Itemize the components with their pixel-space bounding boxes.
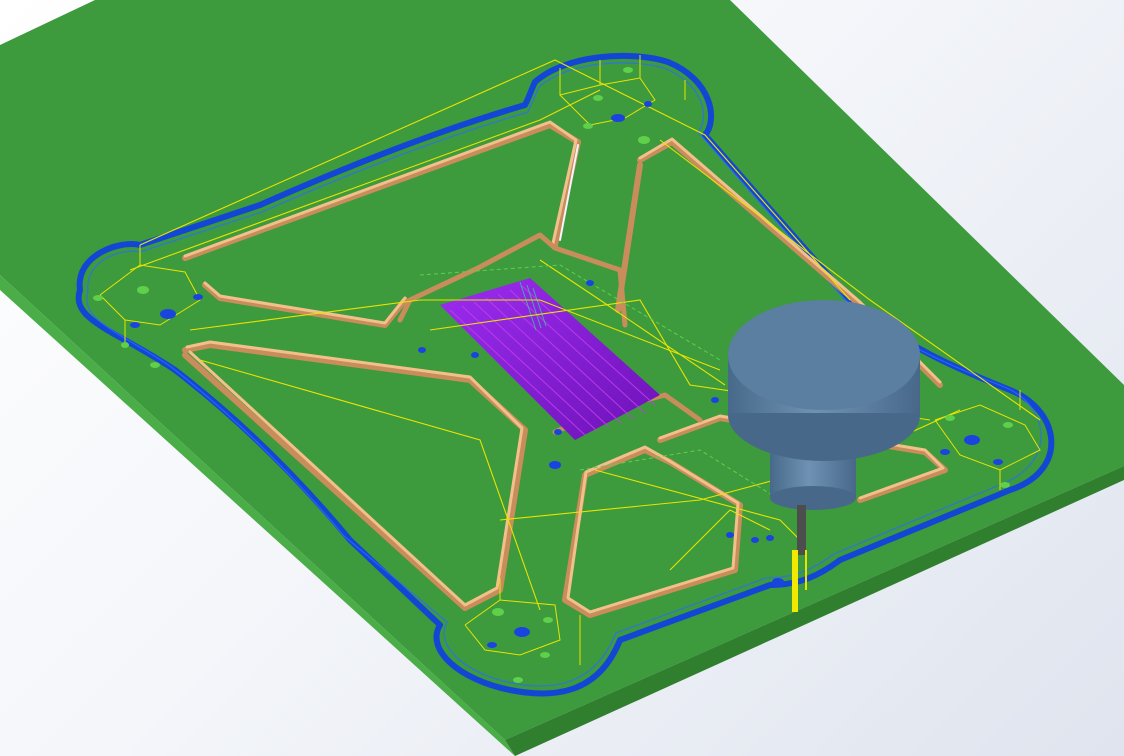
hole-right-1 <box>945 415 955 421</box>
hole-center-2 <box>471 352 479 358</box>
hole-left-6 <box>150 362 160 368</box>
hole-bottom-6 <box>513 677 523 683</box>
spindle-lower-bottom <box>770 486 856 510</box>
hole-right-3 <box>1003 422 1013 428</box>
hole-top-6 <box>638 136 650 144</box>
hole-left-3 <box>160 309 176 319</box>
tool-tip <box>792 550 798 612</box>
hole-top-2 <box>623 67 633 73</box>
hole-bottom-1 <box>492 608 504 616</box>
hole-center-3 <box>554 429 562 435</box>
spindle-disk-top <box>728 300 920 410</box>
hole-center-1 <box>418 347 426 353</box>
hole-right-5 <box>940 449 950 455</box>
hole-left-4 <box>130 322 140 328</box>
cam-viewport[interactable] <box>0 0 1124 756</box>
hole-left-5 <box>193 294 203 300</box>
tool-shank <box>797 505 806 555</box>
hole-left-2 <box>137 286 149 294</box>
hole-center-4 <box>549 461 561 469</box>
hole-center-8 <box>751 537 759 543</box>
hole-top-5 <box>583 123 593 129</box>
hole-center-5 <box>711 397 719 403</box>
hole-top-1 <box>593 95 603 101</box>
cam-scene-svg <box>0 0 1124 756</box>
hole-bottom-2 <box>514 627 530 637</box>
hole-bottom-4 <box>487 642 497 648</box>
hole-right-2 <box>964 435 980 445</box>
hole-left-7 <box>121 342 129 348</box>
hole-center-10 <box>772 578 784 586</box>
hole-top-3 <box>611 114 625 122</box>
hole-top-4 <box>644 101 652 107</box>
hole-left-1 <box>93 295 103 301</box>
hole-center-6 <box>586 280 594 286</box>
hole-right-4 <box>993 459 1003 465</box>
hole-center-7 <box>726 532 734 538</box>
hole-right-6 <box>1000 482 1010 488</box>
hole-center-9 <box>766 535 774 541</box>
hole-bottom-3 <box>543 617 553 623</box>
hole-bottom-5 <box>540 652 550 658</box>
